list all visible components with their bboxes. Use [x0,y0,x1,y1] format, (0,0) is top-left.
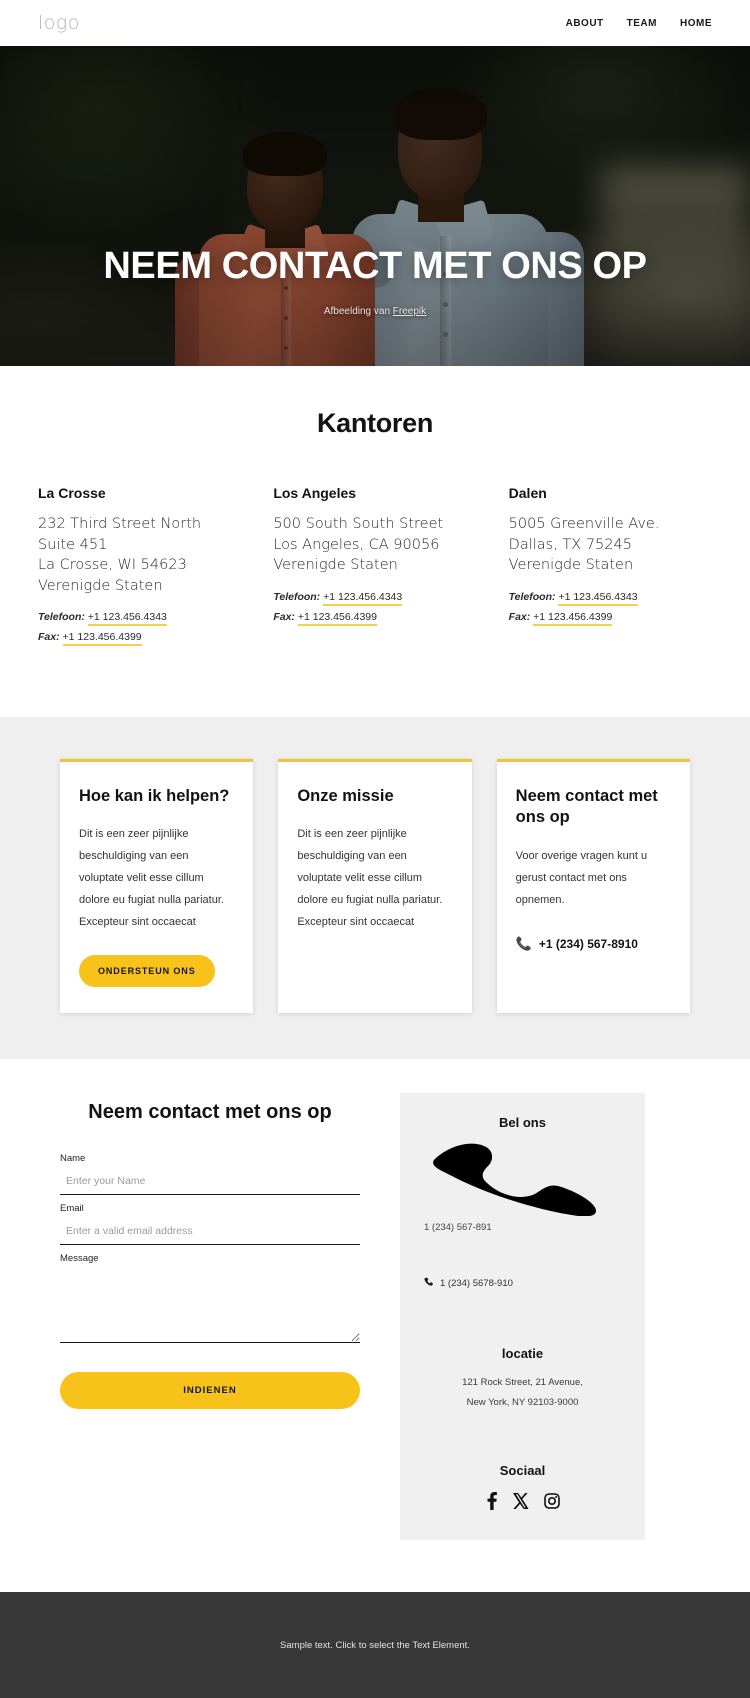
location-line-2: New York, NY 92103-9000 [466,1397,579,1409]
contact-info-panel: Bel ons 1 (234) 567-891 1 (234) 5678-910… [400,1093,645,1541]
submit-button[interactable]: INDIENEN [60,1372,360,1410]
facebook-icon[interactable] [486,1492,498,1511]
phone-secondary: 1 (234) 5678-910 [440,1278,513,1290]
phone-secondary-row[interactable]: 1 (234) 5678-910 [418,1277,627,1290]
office-phone-row: Telefoon: +1 123.456.4343 [508,590,712,606]
office-fax-row: Fax: +1 123.456.4399 [273,610,476,626]
office-fax-link[interactable]: +1 123.456.4399 [297,610,377,626]
x-twitter-icon[interactable] [512,1493,529,1510]
contact-layout: Neem contact met ons op Name Email Messa… [30,1093,720,1541]
info-card-body: Voor overige vragen kunt u gerust contac… [515,849,648,906]
info-card-body: Dit is een zeer pijnlijke beschuldiging … [297,828,443,929]
offices-title: Kantoren [316,408,434,438]
phone-primary[interactable]: 1 (234) 567-891 [418,1222,627,1233]
location-block: locatie 121 Rock Street, 21 Avenue, New … [418,1346,627,1413]
nav-item-home[interactable]: HOME [680,18,712,29]
office-phone-link[interactable]: +1 123.456.4343 [87,611,167,627]
social-block: Sociaal [418,1463,627,1511]
info-card-title: Hoe kan ik helpen? [79,787,230,806]
info-card-mission: Onze missie Dit is een zeer pijnlijke be… [278,759,472,1014]
site-footer: Sample text. Click to select the Text El… [0,1592,750,1698]
hero-banner: NEEM CONTACT MET ONS OP Afbeelding van F… [0,46,750,366]
office-address: 500 South South Street Los Angeles, CA 9… [273,516,444,574]
email-field-group: Email [60,1203,360,1246]
message-field-label: Message [60,1253,99,1265]
info-cards-grid: Hoe kan ik helpen? Dit is een zeer pijnl… [30,759,720,1014]
site-header: logo ABOUT TEAM HOME [0,0,750,46]
office-address: 5005 Greenville Ave. Dallas, TX 75245 Ve… [508,516,660,574]
office-address: 232 Third Street North Suite 451 La Cros… [38,516,202,594]
office-name: Los Angeles [273,485,357,501]
contact-form-title: Neem contact met ons op [88,1101,332,1124]
hero-credit-prefix: Afbeelding van [323,306,393,317]
nav-item-team[interactable]: TEAM [627,18,657,29]
email-field-label: Email [60,1203,84,1215]
office-fax-link[interactable]: +1 123.456.4399 [62,631,142,647]
office-fax-row: Fax: +1 123.456.4399 [508,610,712,626]
office-phone-link[interactable]: +1 123.456.4343 [323,590,403,606]
office-fax-label: Fax: [508,610,531,623]
office-phone-row: Telefoon: +1 123.456.4343 [273,590,476,606]
hero-content: NEEM CONTACT MET ONS OP Afbeelding van F… [0,46,750,366]
message-field-group: Message [60,1253,360,1348]
name-input[interactable] [60,1173,360,1196]
nav-item-about[interactable]: ABOUT [566,18,604,29]
info-card-help: Hoe kan ik helpen? Dit is een zeer pijnl… [60,759,254,1014]
support-us-button[interactable]: ONDERSTEUN ONS [79,955,215,988]
office-fax-link[interactable]: +1 123.456.4399 [533,610,613,626]
info-cards-section: Hoe kan ik helpen? Dit is een zeer pijnl… [0,717,750,1060]
footer-text[interactable]: Sample text. Click to select the Text El… [280,1640,470,1651]
office-phone-label: Telefoon: [273,590,321,603]
hero-credit-link[interactable]: Freepik [393,306,426,317]
office-phone-label: Telefoon: [38,611,85,624]
office-phone-link[interactable]: +1 123.456.4343 [558,590,638,606]
office-name: Dalen [508,485,547,501]
social-title: Sociaal [499,1463,546,1479]
office-fax-label: Fax: [38,631,60,644]
phone-handset-icon [432,1144,596,1217]
site-logo[interactable]: logo [38,12,80,34]
social-icons-row [418,1492,627,1511]
name-field-group: Name [60,1153,360,1196]
office-fax-row: Fax: +1 123.456.4399 [38,631,241,647]
info-card-phone-number: +1 (234) 567-8910 [538,936,638,951]
office-phone-label: Telefoon: [508,590,556,603]
office-card: Los Angeles 500 South South Street Los A… [273,485,476,643]
contact-form: Neem contact met ons op Name Email Messa… [60,1093,360,1410]
location-title: locatie [501,1346,544,1362]
offices-section: Kantoren La Crosse 232 Third Street Nort… [0,366,750,718]
hero-title: NEEM CONTACT MET ONS OP [103,245,647,287]
page-root: logo ABOUT TEAM HOME NEEM CONTACT MET ON… [0,0,750,1698]
info-card-title: Neem contact met ons op [515,787,658,827]
location-line-1: 121 Rock Street, 21 Avenue, [462,1377,583,1389]
hero-image-credit: Afbeelding van Freepik [324,306,426,317]
contact-section: Neem contact met ons op Name Email Messa… [0,1059,750,1593]
name-field-label: Name [60,1153,86,1165]
office-phone-row: Telefoon: +1 123.456.4343 [38,611,241,627]
call-us-title: Bel ons [499,1115,546,1131]
main-nav: ABOUT TEAM HOME [566,18,712,29]
office-card: La Crosse 232 Third Street North Suite 4… [38,485,241,647]
message-textarea[interactable] [60,1271,360,1344]
office-fax-label: Fax: [273,610,295,623]
office-name: La Crosse [38,485,106,501]
email-input[interactable] [60,1223,360,1246]
phone-icon: 📞 [515,936,532,952]
offices-grid: La Crosse 232 Third Street North Suite 4… [30,485,720,647]
instagram-icon[interactable] [543,1493,560,1510]
office-card: Dalen 5005 Greenville Ave. Dallas, TX 75… [509,485,712,643]
info-card-title: Onze missie [297,787,394,806]
info-card-phone-row[interactable]: 📞 +1 (234) 567-8910 [516,937,671,951]
info-card-body: Dit is een zeer pijnlijke beschuldiging … [79,828,224,929]
phone-icon [424,1277,434,1290]
info-card-contact: Neem contact met ons op Voor overige vra… [496,759,690,1014]
